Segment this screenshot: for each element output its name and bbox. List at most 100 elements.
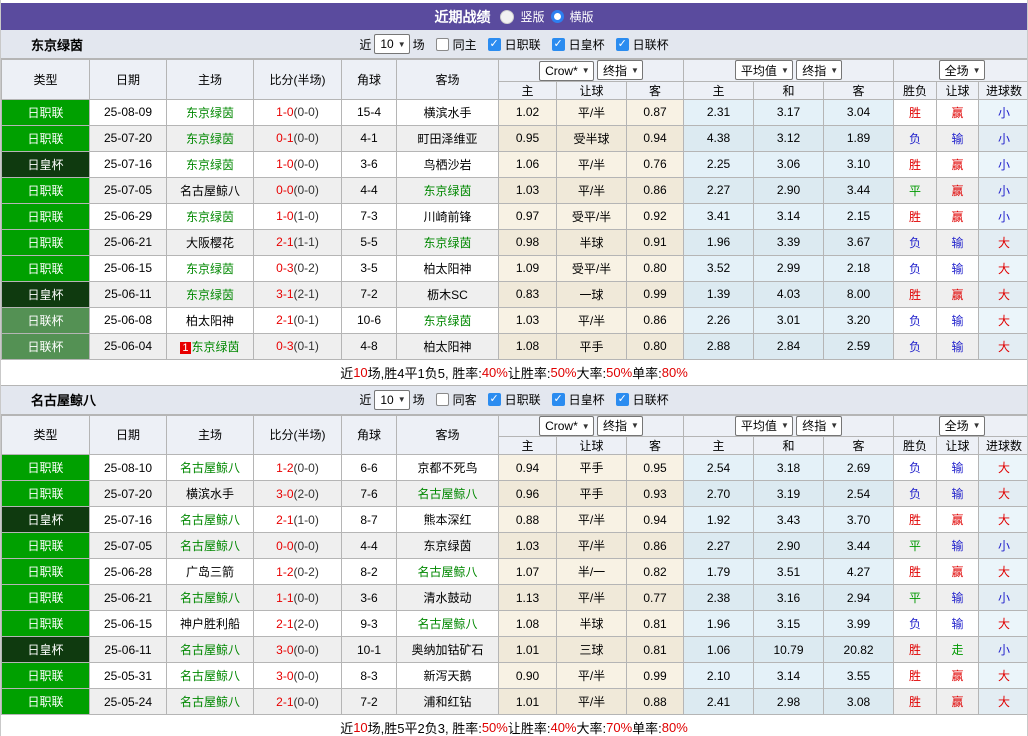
match-result: 平 bbox=[893, 176, 938, 204]
match-row: 日职联 25-08-09 东京绿茵 1-0(0-0) 15-4 横滨水手 1.02 平/半 0.… bbox=[1, 98, 1027, 126]
scope-select-group: 全场 ▼ bbox=[893, 414, 1027, 437]
bookmaker-select[interactable]: Crow* ▼ bbox=[539, 416, 594, 436]
col-header-away: 客场 bbox=[396, 414, 499, 455]
avg-stage-select[interactable]: 终指 ▼ bbox=[796, 415, 843, 436]
scope-select[interactable]: 全场 ▼ bbox=[938, 60, 985, 81]
chevron-down-icon: ▼ bbox=[830, 421, 839, 431]
match-result: 负 bbox=[893, 454, 938, 481]
odds-stage-select[interactable]: 终指 ▼ bbox=[597, 415, 643, 436]
goals-text: 大 bbox=[998, 487, 1011, 501]
avg-home-odds: 2.54 bbox=[683, 454, 755, 481]
goals-result: 大 bbox=[978, 332, 1027, 360]
match-row: 日职联 25-08-10 名古屋鲸八 1-2(0-0) 6-6 京都不死鸟 0.94 平手 0.… bbox=[1, 454, 1027, 481]
match-row: 日皇杯 25-06-11 东京绿茵 3-1(2-1) 7-2 枥木SC 0.83 一球 0.99… bbox=[1, 280, 1027, 308]
avg-draw-odds: 3.51 bbox=[753, 558, 825, 585]
league-emperor-cup-label[interactable]: 日皇杯 bbox=[569, 391, 605, 408]
handicap-result: 输 bbox=[936, 124, 980, 152]
away-team-name: 熊本深红 bbox=[423, 513, 472, 527]
match-row: 日职联 25-07-05 名古屋鲸八 0-0(0-0) 4-4 东京绿茵 1.03 平/半 0.… bbox=[1, 176, 1027, 204]
handicap-result: 输 bbox=[936, 332, 980, 360]
away-team: 枥木SC bbox=[396, 280, 499, 308]
scope-select[interactable]: 全场 ▼ bbox=[938, 415, 985, 436]
avg-stage-select[interactable]: 终指 ▼ bbox=[796, 60, 843, 81]
home-team: 名古屋鲸八 bbox=[166, 688, 254, 715]
horizontal-layout-radio[interactable] bbox=[550, 10, 564, 23]
away-team-name: 浦和红钻 bbox=[423, 695, 472, 709]
same-venue-checkbox[interactable] bbox=[435, 37, 449, 51]
league-league-cup-label[interactable]: 日联杯 bbox=[633, 391, 669, 408]
league-jleague-label[interactable]: 日职联 bbox=[505, 391, 541, 408]
vertical-layout-radio[interactable] bbox=[500, 9, 515, 24]
corner-count: 6-6 bbox=[341, 454, 397, 481]
corner-count: 8-3 bbox=[341, 662, 397, 689]
league-league-cup-checkbox[interactable]: ✓ bbox=[615, 37, 629, 51]
col-header-date: 日期 bbox=[89, 59, 167, 100]
score-cell: 0-3(0-1) bbox=[253, 332, 342, 360]
handicap-text: 输 bbox=[951, 591, 964, 605]
match-date: 25-06-28 bbox=[89, 558, 167, 585]
crow-home-odds: 1.03 bbox=[498, 176, 557, 204]
avg-home-odds: 1.96 bbox=[683, 610, 755, 637]
crow-handicap-line: 平/半 bbox=[556, 98, 627, 126]
horizontal-layout-label[interactable]: 横版 bbox=[570, 8, 594, 25]
average-select[interactable]: 平均值 ▼ bbox=[734, 415, 793, 436]
same-venue-label[interactable]: 同客 bbox=[453, 391, 477, 408]
avg-away-odds: 2.69 bbox=[823, 454, 895, 481]
score-cell: 1-0(0-0) bbox=[253, 150, 342, 178]
league-emperor-cup-label[interactable]: 日皇杯 bbox=[569, 36, 605, 53]
home-team: 名古屋鲸八 bbox=[166, 662, 254, 689]
match-date: 25-06-29 bbox=[89, 202, 167, 230]
result-text: 平 bbox=[909, 183, 922, 198]
match-count-select[interactable]: 10 ▼ bbox=[374, 34, 410, 54]
league-jleague-checkbox[interactable]: ✓ bbox=[487, 393, 501, 406]
crow-away-odds: 0.99 bbox=[625, 280, 685, 308]
filter-controls: 近 10 ▼ 场 同客 ✓ 日职联 ✓ 日皇杯 ✓ 日联杯 bbox=[1, 389, 1027, 410]
fulltime-score: 0-1 bbox=[276, 131, 294, 145]
home-team-name: 东京绿茵 bbox=[185, 157, 234, 172]
league-type-badge: 日职联 bbox=[1, 610, 90, 637]
crow-home-odds: 0.95 bbox=[498, 124, 557, 152]
avg-draw-odds: 2.90 bbox=[753, 532, 825, 559]
crow-home-odds: 0.97 bbox=[498, 202, 557, 230]
league-jleague-label[interactable]: 日职联 bbox=[505, 36, 541, 53]
odds-stage-select[interactable]: 终指 ▼ bbox=[597, 60, 643, 80]
same-venue-checkbox[interactable] bbox=[435, 393, 449, 406]
home-team-name: 名古屋鲸八 bbox=[179, 643, 240, 657]
fulltime-score: 1-2 bbox=[276, 564, 294, 579]
match-count-select[interactable]: 10 ▼ bbox=[374, 389, 410, 410]
subcol-goals: 进球数 bbox=[978, 80, 1027, 100]
crow-away-odds: 0.77 bbox=[625, 584, 685, 611]
away-team-name: 横滨水手 bbox=[423, 105, 472, 120]
league-league-cup-checkbox[interactable]: ✓ bbox=[615, 393, 629, 406]
avg-home-odds: 1.92 bbox=[683, 506, 755, 533]
summary-segment: 近 bbox=[340, 365, 354, 381]
same-venue-label[interactable]: 同主 bbox=[453, 36, 477, 53]
vertical-layout-label[interactable]: 竖版 bbox=[520, 8, 544, 25]
avg-away-odds: 2.94 bbox=[823, 584, 895, 611]
home-team: 1 东京绿茵 bbox=[166, 332, 254, 360]
bookmaker-select[interactable]: Crow* ▼ bbox=[539, 60, 594, 81]
league-emperor-cup-checkbox[interactable]: ✓ bbox=[551, 393, 565, 406]
summary-segment: 大率: bbox=[576, 365, 607, 381]
crow-handicap-line: 平/半 bbox=[556, 662, 627, 689]
match-result: 胜 bbox=[893, 202, 938, 230]
league-emperor-cup-checkbox[interactable]: ✓ bbox=[551, 37, 565, 51]
corner-count: 10-1 bbox=[341, 636, 397, 663]
halftime-score: (0-0) bbox=[293, 642, 319, 657]
match-date: 25-07-20 bbox=[89, 124, 167, 152]
col-header-home: 主场 bbox=[166, 59, 254, 100]
handicap-text: 输 bbox=[951, 461, 964, 475]
league-jleague-checkbox[interactable]: ✓ bbox=[487, 37, 501, 51]
league-league-cup-label[interactable]: 日联杯 bbox=[633, 36, 669, 53]
away-team-name: 京都不死鸟 bbox=[417, 461, 478, 475]
subcol-crow-line: 让球 bbox=[556, 436, 627, 455]
away-team: 柏太阳神 bbox=[396, 332, 499, 360]
handicap-result: 输 bbox=[936, 532, 980, 559]
goals-text: 小 bbox=[998, 591, 1011, 605]
corner-count: 7-6 bbox=[341, 480, 397, 507]
avg-draw-odds: 3.14 bbox=[753, 662, 825, 689]
average-select[interactable]: 平均值 ▼ bbox=[734, 60, 793, 81]
crow-home-odds: 1.03 bbox=[498, 532, 557, 559]
avg-home-odds: 2.88 bbox=[683, 332, 755, 360]
crow-home-odds: 1.01 bbox=[498, 688, 557, 715]
